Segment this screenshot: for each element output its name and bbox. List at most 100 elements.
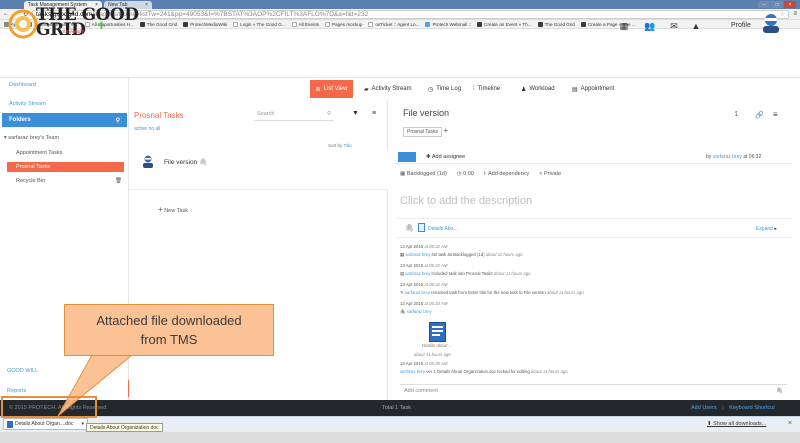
grid-icon[interactable]: ▦ [618, 21, 630, 31]
quick-add-plus-icon[interactable]: + [97, 17, 106, 34]
bookmark-item[interactable]: Protech Webmail :: [425, 21, 471, 27]
word-doc-icon [418, 223, 425, 232]
list-menu-icon[interactable]: ≡ [372, 110, 376, 117]
add-users-link[interactable]: Add Users [691, 405, 717, 411]
close-icon[interactable]: × [788, 420, 792, 427]
comment-input[interactable]: Add comment 🖇 [400, 384, 787, 396]
folders-header[interactable]: Folders ⚲ [2, 113, 127, 127]
activity-user[interactable]: sarfaraz brey [407, 309, 432, 314]
team-folder[interactable]: ▾ sarfaraz brey's Team [4, 135, 59, 141]
bookmark-item[interactable]: All Events [291, 21, 319, 27]
time-log-badge[interactable]: ◷ 0:00 [457, 171, 474, 177]
search-icon[interactable]: ⚲ [116, 117, 120, 124]
close-icon[interactable]: × [145, 2, 148, 8]
created-by-user[interactable]: sarfaraz brey [713, 154, 742, 160]
sidebar-item-dashboard[interactable]: Dashboard [9, 82, 36, 88]
status-badge[interactable]: ▦ Backlogged (1d) [400, 171, 447, 177]
sort-control[interactable]: Sort by Title [328, 143, 352, 148]
bookmark-item[interactable]: Create an Event » Th... [477, 21, 532, 27]
date-text: 13 Apr 2015 [400, 282, 424, 287]
add-assignee-button[interactable]: ✚ Add assignee [426, 154, 465, 160]
add-dependency-button[interactable]: ⊦ Add dependency [484, 171, 529, 177]
folder-prosnal-tasks[interactable]: Prosnal Tasks [7, 162, 124, 172]
share-privacy-button[interactable]: < Private [539, 171, 561, 177]
filter-all[interactable]: no all [148, 126, 160, 132]
activity-user[interactable]: sarfaraz brey [400, 369, 425, 374]
chevron-right-icon: ▸ [774, 226, 777, 232]
task-title[interactable]: File version 🖇 [164, 158, 207, 166]
show-all-downloads-link[interactable]: ⬇ Show all downloads... [707, 421, 766, 427]
calendar-icon: ▦ [400, 171, 406, 177]
folder-appointment-tasks[interactable]: Appointment Tasks [16, 150, 62, 156]
footer-separator: | [722, 405, 724, 411]
callout-line-2: from TMS [140, 332, 198, 347]
tab-appointment[interactable]: ▤ Appointment [572, 82, 614, 96]
add-folder-plus-icon[interactable]: + [443, 126, 448, 135]
bookmark-item[interactable]: Pages mockup [325, 21, 363, 27]
plus-icon: + [158, 205, 163, 214]
bookmark-icon [477, 21, 483, 27]
activity-user[interactable]: sarfaraz brey [405, 252, 430, 257]
tab-list-view[interactable]: ≣ List View [310, 80, 353, 98]
bell-icon[interactable]: ▲ [690, 21, 702, 31]
maximize-icon[interactable]: □ [771, 1, 783, 8]
tab-workload[interactable]: ♟ Workload [521, 82, 555, 96]
filter-icon[interactable]: ▼ [352, 110, 359, 117]
add-assignee-label: Add assignee [431, 154, 466, 160]
bookmark-item[interactable]: Login » The Good G... [233, 21, 286, 27]
sidebar-item-reports[interactable]: Reports [7, 388, 26, 394]
bookmark-icon [183, 21, 189, 27]
folder-recycle-bin[interactable]: Recycle Bin 🗑 [16, 178, 122, 184]
activity-user[interactable]: sarfaraz brey [405, 271, 430, 276]
recycle-bin-label: Recycle Bin [16, 178, 46, 184]
sidebar-item-activity-stream[interactable]: Activity Stream [9, 101, 46, 107]
description-field[interactable]: Click to add the description [400, 195, 532, 207]
keyboard-shortcut-link[interactable]: Keyboard Shortcut [729, 405, 775, 411]
menu-icon[interactable]: ≡ [793, 11, 797, 17]
minimize-icon[interactable]: – [758, 1, 770, 8]
users-icon[interactable]: 👥 [644, 21, 656, 31]
search-icon[interactable]: ⚲ [327, 111, 331, 117]
bookmark-label: Create an Event » Th... [484, 21, 532, 27]
task-detail-title[interactable]: File version [403, 108, 449, 118]
attachment-link[interactable]: Details Abo... [428, 226, 457, 232]
mail-icon[interactable]: ✉ [668, 21, 680, 31]
trash-icon[interactable]: 🗑 [115, 178, 122, 184]
word-document-icon[interactable] [429, 322, 446, 342]
task-search-input[interactable]: Search ⚲ [254, 108, 334, 121]
profile-link[interactable]: Profile [731, 22, 751, 29]
link-icon[interactable]: 🔗 [755, 111, 764, 119]
tab-activity-stream[interactable]: ▰ Activity Stream [364, 82, 412, 96]
bookmark-item[interactable]: osTicket :: Agent Lo... [368, 21, 420, 27]
bookmark-item[interactable]: The Good Grid [139, 21, 177, 27]
activity-user[interactable]: sarfaraz brey [405, 290, 430, 295]
doc-time: about 11 hours ago [414, 352, 451, 357]
activity-date: 13 Apr 2015 at 06:32 AM [400, 244, 447, 249]
sidebar-item-good-will[interactable]: GOOD WILL [7, 368, 38, 374]
bookmark-label: Pages mockup [332, 21, 363, 27]
paperclip-icon[interactable]: 🖇 [405, 224, 414, 232]
rss-icon[interactable]: ⟟ [735, 111, 738, 119]
bookmark-item[interactable]: The Good Grid [537, 21, 575, 27]
expand-button[interactable]: Expand ▸ [756, 226, 777, 232]
chevron-down-icon[interactable]: ▾ [81, 421, 84, 427]
tab-time-log[interactable]: ◷ Time Log [428, 82, 461, 96]
folder-tag[interactable]: Prosnal Tasks [403, 127, 443, 137]
filter-active[interactable]: active [134, 126, 147, 132]
new-task-button[interactable]: + New Task [158, 205, 188, 214]
detail-menu-icon[interactable]: ≡ [773, 110, 778, 119]
bookmark-label: osTicket :: Agent Lo... [375, 21, 420, 27]
tab-timeline[interactable]: ⁞ Timeline [473, 82, 500, 96]
paperclip-icon[interactable]: 🖇 [776, 388, 783, 394]
url-field[interactable]: tasks.goodgrid.com/stagtms/Home#listTw=2… [32, 9, 790, 19]
table-row[interactable] [129, 150, 388, 190]
word-doc-icon [7, 420, 13, 428]
sort-field[interactable]: Title [343, 143, 351, 148]
activity-text: included task into Prosnal Tasks [431, 271, 493, 276]
bookmark-item[interactable]: ProtechMediaWiki [183, 21, 227, 27]
date-text: 13 Apr 2015 [400, 244, 424, 249]
status-dropdown-button[interactable] [398, 152, 416, 162]
download-item[interactable]: Details About Organ....doc ▾ [3, 418, 88, 430]
close-window-icon[interactable]: × [784, 1, 796, 8]
avatar[interactable] [760, 12, 782, 34]
